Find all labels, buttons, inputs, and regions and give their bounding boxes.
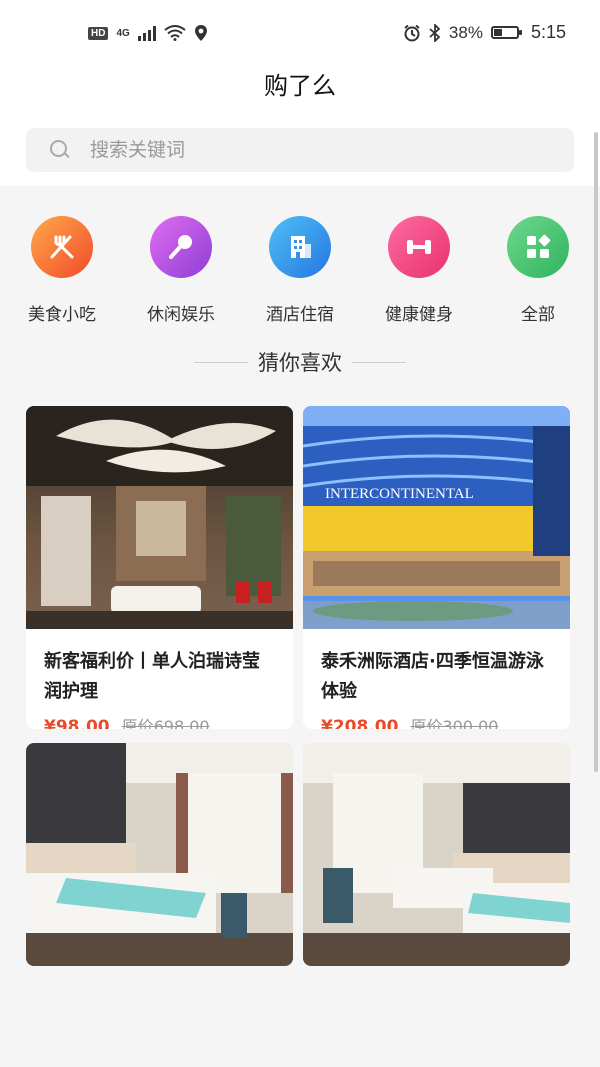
dumbbell-icon (388, 216, 450, 278)
grid-icon (507, 216, 569, 278)
search-icon (50, 140, 70, 160)
product-info: 新客福利价丨单人泊瑞诗莹润护理 ¥98.00 原价698.00 (26, 629, 293, 729)
scrollbar[interactable] (594, 132, 598, 772)
bluetooth-icon (429, 23, 441, 42)
product-image (303, 743, 570, 966)
alarm-icon (404, 24, 420, 41)
recommend-title: 猜你喜欢 (258, 351, 342, 375)
category-nav: 美食小吃 休闲娱乐 酒店住宿 健康健身 全部 (0, 186, 600, 338)
product-image (26, 743, 293, 966)
category-label: 美食小吃 (28, 305, 96, 325)
category-label: 酒店住宿 (266, 305, 334, 325)
product-name: 新客福利价丨单人泊瑞诗莹润护理 (44, 651, 260, 702)
price-row: ¥208.00 原价300.00 (321, 713, 552, 729)
status-left: HD 4G (88, 24, 208, 42)
product-grid: 新客福利价丨单人泊瑞诗莹润护理 ¥98.00 原价698.00 INTERCON… (0, 380, 600, 980)
product-card[interactable] (26, 743, 293, 966)
product-name: 泰禾洲际酒店·四季恒温游泳体验 (321, 651, 544, 702)
status-bar: HD 4G 38% 5:15 (0, 0, 600, 70)
category-label: 全部 (521, 305, 555, 325)
page-title: 购了么 (0, 62, 600, 118)
product-image: INTERCONTINENTAL (303, 406, 570, 629)
hd-badge: HD (88, 26, 109, 40)
product-price: ¥98.00 (44, 717, 110, 729)
product-price: ¥208.00 (321, 717, 399, 729)
divider (352, 361, 406, 363)
product-card[interactable]: INTERCONTINENTAL 泰禾洲际酒店·四季恒温游泳体验 ¥208.00… (303, 406, 570, 729)
wifi-icon (164, 25, 186, 41)
divider (194, 361, 248, 363)
search-bar (0, 118, 600, 186)
category-label: 休闲娱乐 (147, 305, 215, 325)
search-box[interactable] (26, 128, 574, 172)
signal-icon (137, 25, 156, 41)
category-all[interactable]: 全部 (488, 216, 588, 338)
product-card[interactable] (303, 743, 570, 966)
product-image (26, 406, 293, 629)
hotel-sign-text: INTERCONTINENTAL (325, 486, 474, 502)
original-price: 原价698.00 (121, 717, 210, 729)
status-right: 38% 5:15 (403, 22, 566, 43)
fork-knife-icon (31, 216, 93, 278)
category-food[interactable]: 美食小吃 (12, 216, 112, 338)
recommend-header: 猜你喜欢 (0, 344, 600, 380)
original-price: 原价300.00 (410, 717, 499, 729)
battery-percent: 38% (448, 22, 483, 42)
category-fitness[interactable]: 健康健身 (369, 216, 469, 338)
network-type: 4G (116, 27, 130, 39)
price-row: ¥98.00 原价698.00 (44, 713, 275, 729)
building-icon (269, 216, 331, 278)
category-hotel[interactable]: 酒店住宿 (250, 216, 350, 338)
location-icon (194, 25, 207, 41)
battery-icon (490, 26, 522, 39)
product-card[interactable]: 新客福利价丨单人泊瑞诗莹润护理 ¥98.00 原价698.00 (26, 406, 293, 729)
category-entertainment[interactable]: 休闲娱乐 (131, 216, 231, 338)
microphone-icon (150, 216, 212, 278)
search-input[interactable] (88, 138, 492, 162)
product-info: 泰禾洲际酒店·四季恒温游泳体验 ¥208.00 原价300.00 (303, 629, 570, 729)
clock-time: 5:15 (530, 22, 566, 42)
category-label: 健康健身 (385, 305, 453, 325)
